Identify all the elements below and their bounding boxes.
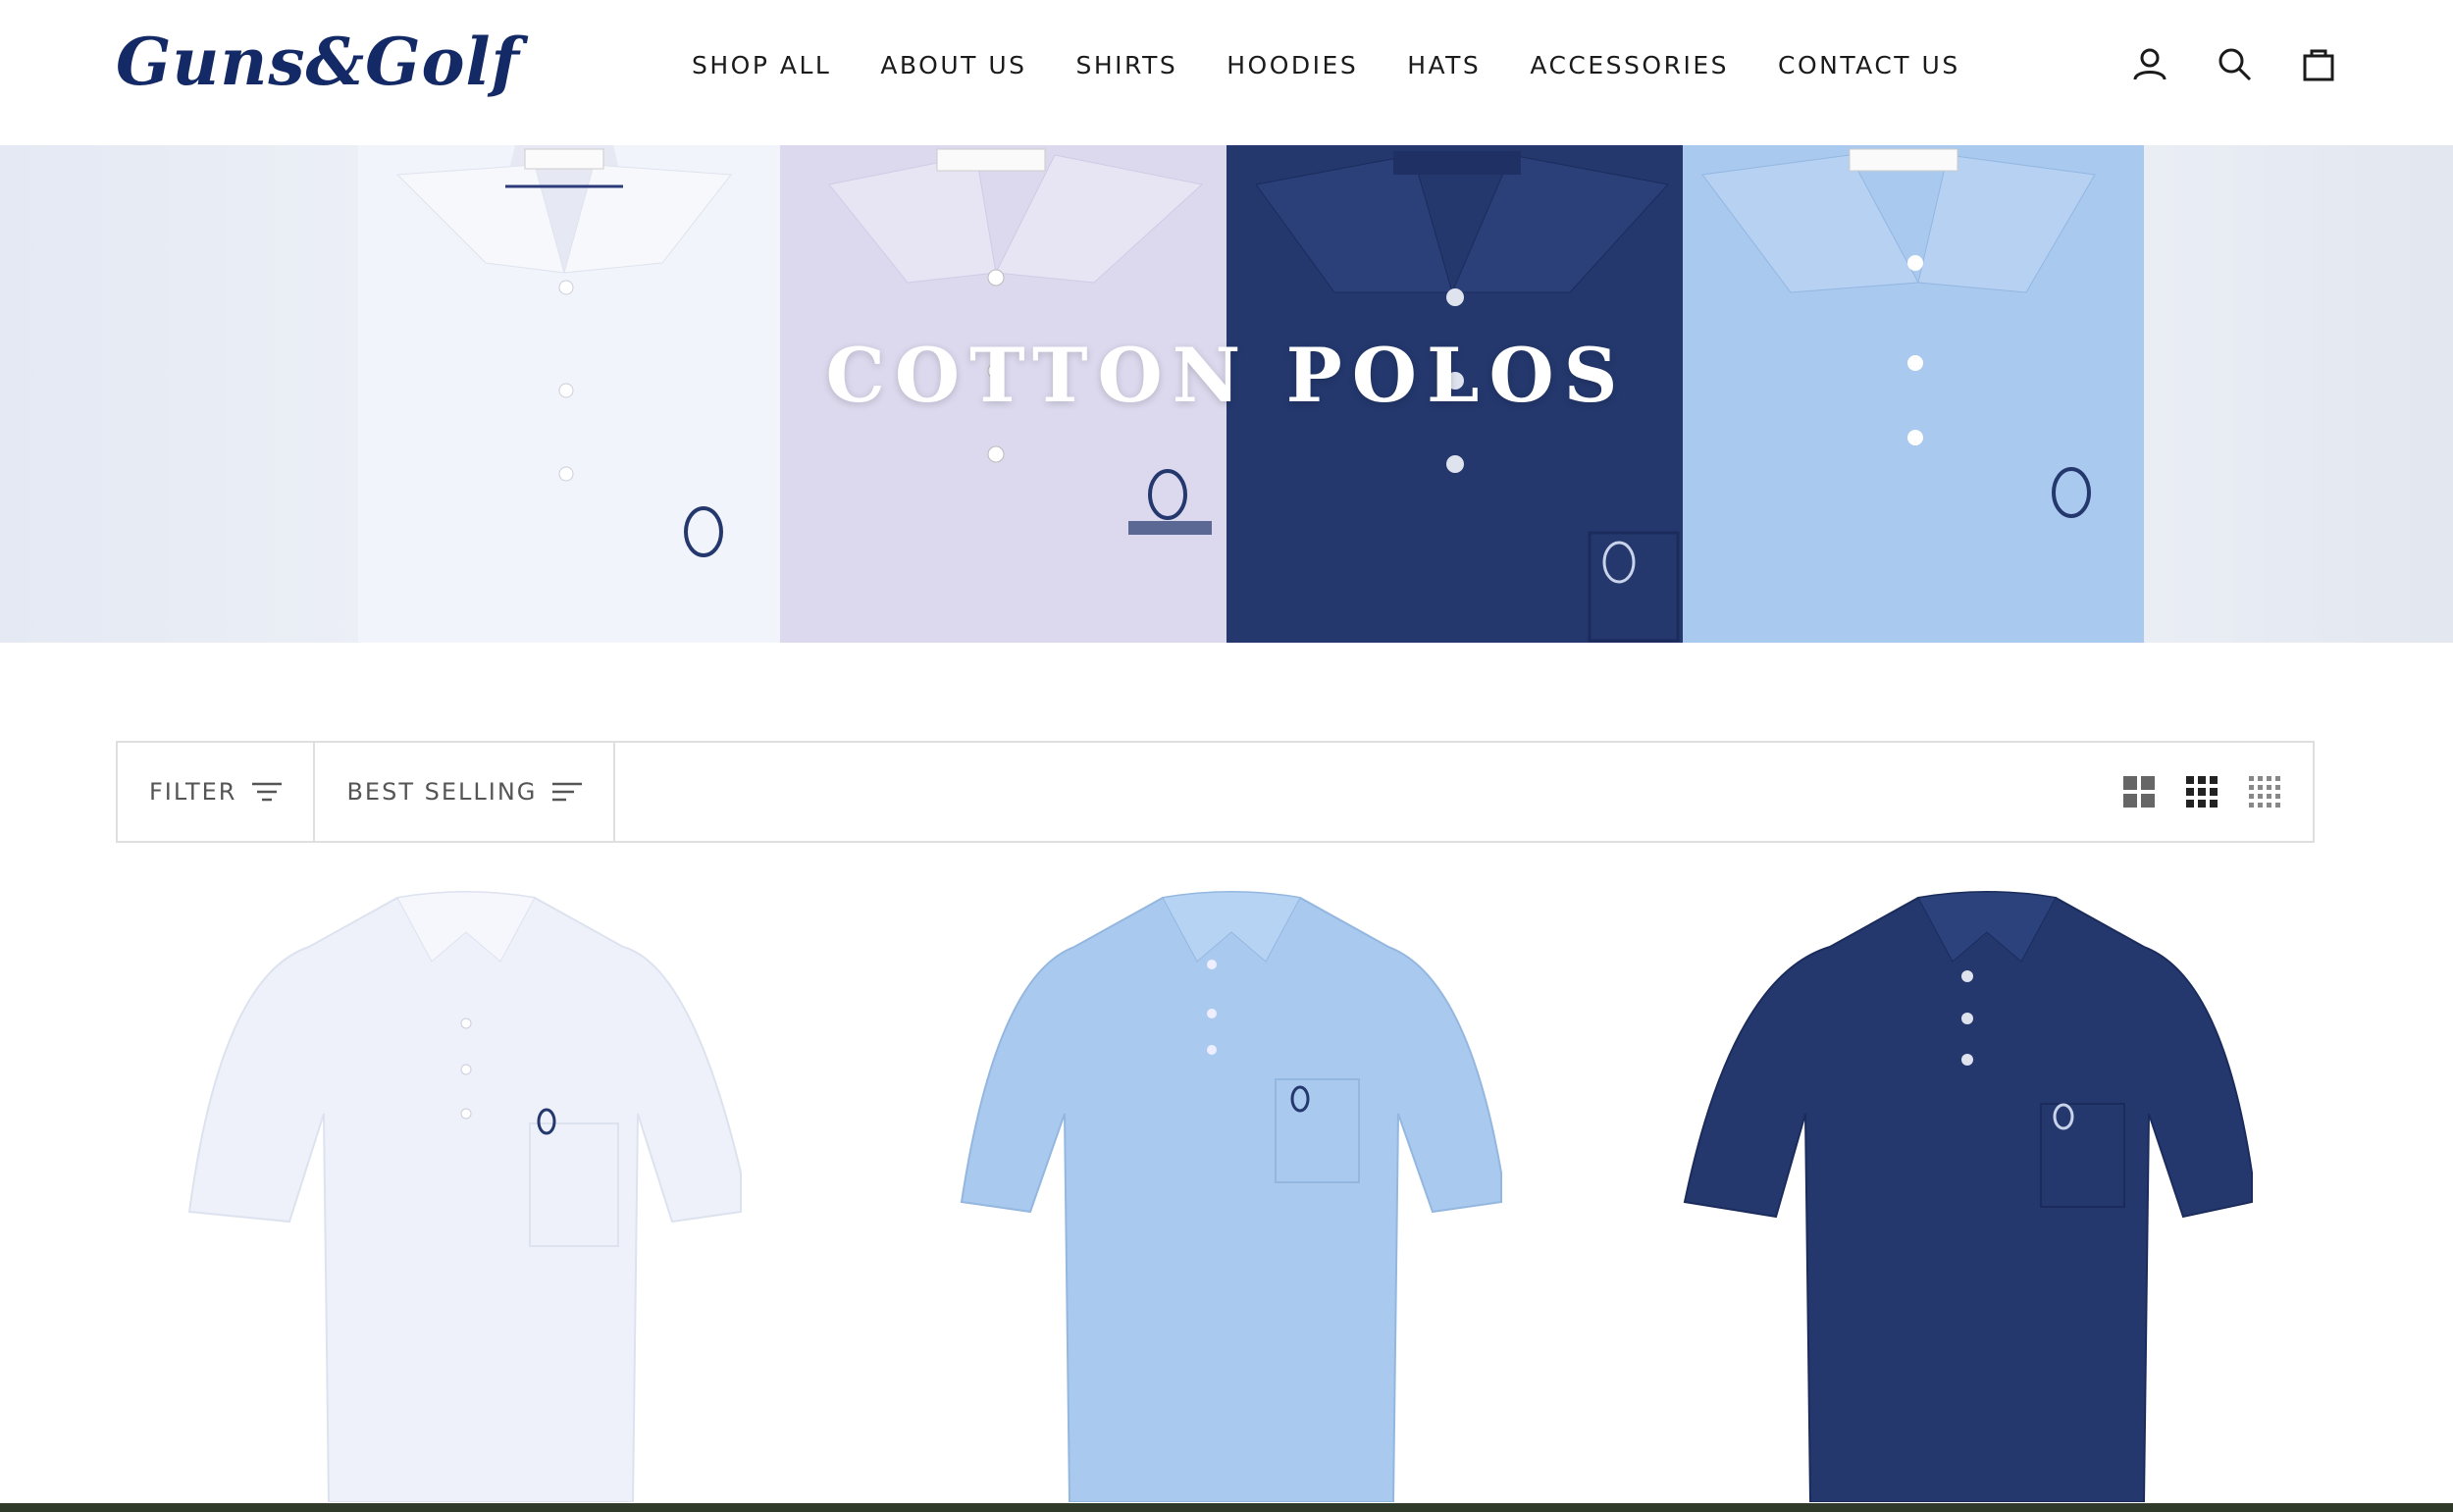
sort-button[interactable]: BEST SELLING xyxy=(315,743,616,841)
nav-accessories[interactable]: ACCESSORIES xyxy=(1530,51,1729,79)
collection-toolbar: FILTER BEST SELLING xyxy=(116,741,2315,843)
account-icon[interactable] xyxy=(2131,45,2168,82)
product-card-white-polo[interactable] xyxy=(162,878,770,1502)
nav-about-us[interactable]: ABOUT US xyxy=(880,51,1026,79)
nav-hats[interactable]: HATS xyxy=(1407,51,1481,79)
filter-button[interactable]: FILTER xyxy=(118,743,316,841)
nav-hoodies[interactable]: HOODIES xyxy=(1226,51,1358,79)
header-actions xyxy=(2131,45,2337,82)
site-logo[interactable]: Guns&Golf xyxy=(116,24,520,100)
grid-2-icon[interactable] xyxy=(2122,775,2156,808)
filter-icon xyxy=(252,782,283,802)
footer-image-edge xyxy=(0,1503,2453,1512)
grid-toggles xyxy=(2122,743,2313,841)
collection-hero: COTTON POLOS xyxy=(0,145,2453,643)
search-icon[interactable] xyxy=(2216,45,2253,82)
grid-3-icon[interactable] xyxy=(2185,775,2218,808)
collection-title: COTTON POLOS xyxy=(825,332,1628,419)
nav-shirts[interactable]: SHIRTS xyxy=(1076,51,1178,79)
grid-4-icon[interactable] xyxy=(2248,775,2281,808)
sort-icon xyxy=(552,782,583,802)
nav-shop-all[interactable]: SHOP ALL xyxy=(692,51,831,79)
filter-label: FILTER xyxy=(149,778,237,806)
nav-contact-us[interactable]: CONTACT US xyxy=(1778,51,1960,79)
main-nav: SHOP ALL ABOUT US SHIRTS HOODIES HATS AC… xyxy=(692,51,1960,79)
product-card-navy-polo[interactable] xyxy=(1683,878,2291,1502)
sort-label: BEST SELLING xyxy=(346,778,538,806)
site-header: Guns&Golf SHOP ALL ABOUT US SHIRTS HOODI… xyxy=(0,0,2453,145)
cart-icon[interactable] xyxy=(2300,45,2337,82)
product-card-light-blue-polo[interactable] xyxy=(927,878,1536,1502)
